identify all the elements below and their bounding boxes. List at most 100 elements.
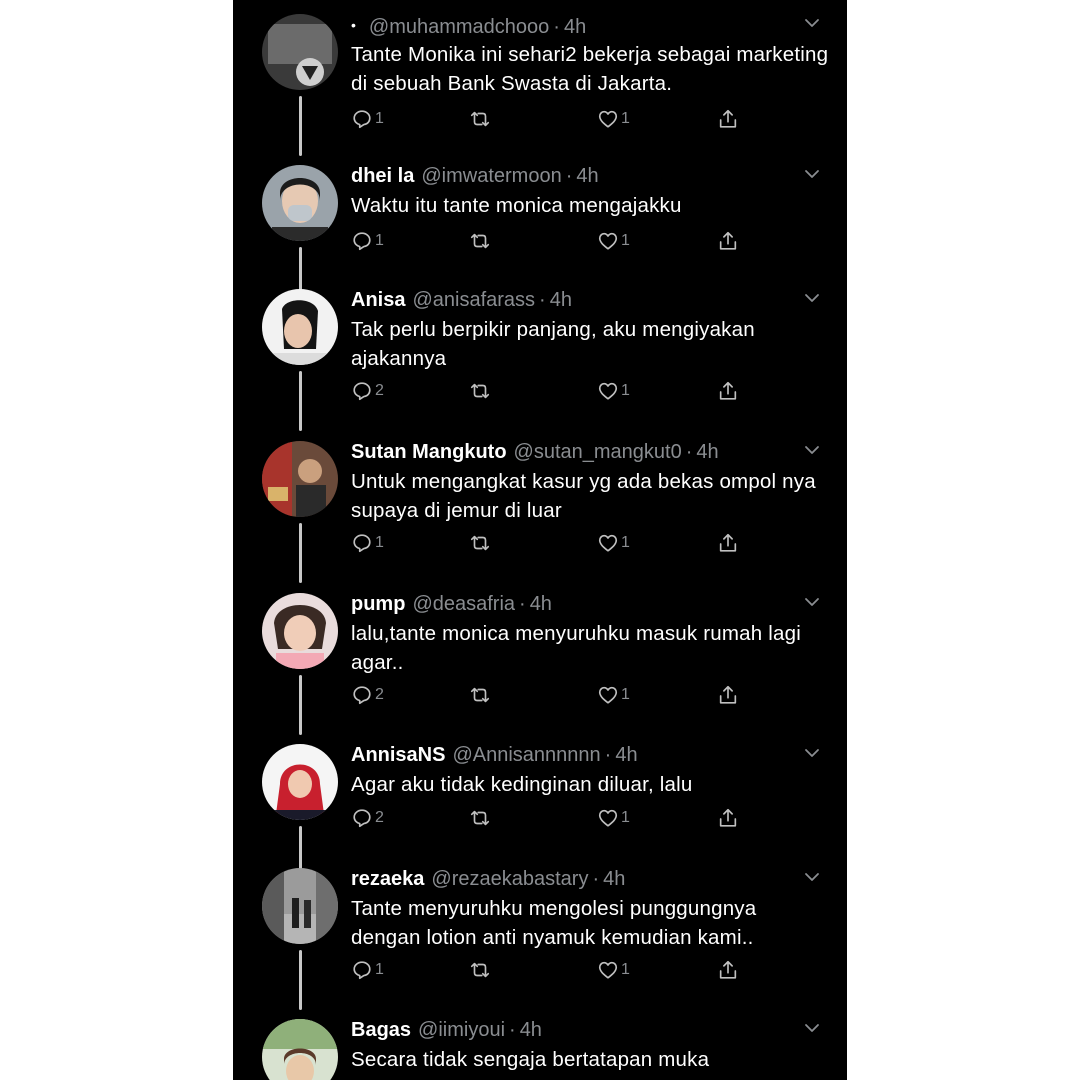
action-bar: 1 1 (351, 106, 771, 132)
tweet-text: lalu,tante monica menyuruhku masuk rumah… (351, 622, 801, 674)
retweet-icon (470, 810, 490, 826)
reply-count: 1 (375, 232, 384, 249)
avatar[interactable] (262, 14, 338, 90)
reply-icon (353, 961, 371, 980)
tweet[interactable]: pump @deasafria · 4h lalu,tante monica meny… (233, 583, 847, 735)
share-icon (719, 109, 737, 128)
tweet[interactable]: Anisa @anisafarass · 4h Tak perlu berpikir … (233, 279, 847, 431)
retweet-icon (470, 535, 490, 551)
reply-button[interactable]: 1 (351, 530, 384, 556)
handle[interactable]: @muhammadchooo (369, 16, 549, 38)
share-button[interactable] (717, 228, 739, 254)
tweet[interactable]: Sutan Mangkuto @sutan_mangkut0 · 4h Untuk m… (233, 431, 847, 583)
action-bar: 1 1 (351, 530, 771, 556)
retweet-button[interactable] (469, 682, 493, 708)
like-button[interactable]: 1 (597, 378, 630, 404)
reply-button[interactable]: 2 (351, 378, 384, 404)
retweet-button[interactable] (469, 106, 493, 132)
reply-icon (353, 809, 371, 828)
handle[interactable]: @sutan_mangkut0 (514, 441, 682, 463)
reply-count: 2 (375, 686, 384, 703)
like-button[interactable]: 1 (597, 106, 630, 132)
handle[interactable]: @rezaekabastary (431, 868, 588, 890)
chevron-down-icon[interactable] (803, 744, 821, 762)
share-button[interactable] (717, 957, 739, 983)
bullet: • (351, 17, 356, 33)
timestamp: 4h (615, 744, 638, 766)
chevron-down-icon[interactable] (803, 165, 821, 183)
action-bar: 1 1 (351, 228, 771, 254)
reply-icon (353, 382, 371, 401)
tweet[interactable]: • @muhammadchooo · 4h Tante Monika ini seha… (233, 4, 847, 156)
share-icon (719, 381, 737, 400)
avatar[interactable] (262, 744, 338, 820)
reply-button[interactable]: 1 (351, 957, 384, 983)
like-button[interactable]: 1 (597, 805, 630, 831)
avatar[interactable] (262, 593, 338, 669)
retweet-button[interactable] (469, 805, 493, 831)
like-icon (598, 232, 618, 250)
like-button[interactable]: 1 (597, 228, 630, 254)
display-name[interactable]: AnnisaNS (351, 744, 445, 766)
display-name[interactable]: Sutan Mangkuto (351, 441, 507, 463)
like-icon (598, 809, 618, 827)
display-name[interactable]: dhei la (351, 165, 414, 187)
avatar[interactable] (262, 289, 338, 365)
tweet[interactable]: rezaeka @rezaekabastary · 4h Tante menyuruh… (233, 858, 847, 1010)
avatar[interactable] (262, 868, 338, 944)
avatar[interactable] (262, 1019, 338, 1080)
share-icon (719, 685, 737, 704)
reply-button[interactable]: 2 (351, 805, 384, 831)
like-button[interactable]: 1 (597, 957, 630, 983)
handle[interactable]: @anisafarass (412, 289, 535, 311)
reply-button[interactable]: 1 (351, 228, 384, 254)
like-button[interactable]: 1 (597, 682, 630, 708)
reply-icon (353, 534, 371, 553)
like-button[interactable]: 1 (597, 530, 630, 556)
timestamp: 4h (576, 165, 599, 187)
display-name[interactable]: Bagas (351, 1019, 411, 1041)
reply-thread: • @muhammadchooo · 4h Tante Monika ini seha… (233, 0, 847, 1080)
handle[interactable]: @deasafria (412, 593, 515, 615)
chevron-down-icon[interactable] (803, 289, 821, 307)
reply-button[interactable]: 1 (351, 106, 384, 132)
tweet[interactable]: Bagas @iimiyoui · 4h Secara tidak sengaja b… (233, 1009, 847, 1080)
chevron-down-icon[interactable] (803, 1019, 821, 1037)
thread-line (299, 950, 302, 1010)
tweet-text: Agar aku tidak kedinginan diluar, lalu (351, 773, 693, 796)
timestamp: 4h (696, 441, 719, 463)
chevron-down-icon[interactable] (803, 441, 821, 459)
display-name[interactable]: rezaeka (351, 868, 424, 890)
chevron-down-icon[interactable] (803, 14, 821, 32)
share-button[interactable] (717, 682, 739, 708)
handle[interactable]: @iimiyoui (418, 1019, 505, 1041)
share-icon (719, 960, 737, 979)
handle[interactable]: @Annisannnnnn (452, 744, 600, 766)
reply-button[interactable]: 2 (351, 682, 384, 708)
like-icon (598, 110, 618, 128)
chevron-down-icon[interactable] (803, 868, 821, 886)
avatar[interactable] (262, 165, 338, 241)
like-count: 1 (621, 382, 630, 399)
share-button[interactable] (717, 378, 739, 404)
retweet-button[interactable] (469, 378, 493, 404)
like-count: 1 (621, 110, 630, 127)
tweet-text: Waktu itu tante monica mengajakku (351, 194, 682, 217)
share-button[interactable] (717, 106, 739, 132)
retweet-icon (470, 962, 490, 978)
action-bar: 2 1 (351, 805, 771, 831)
tweet-header: Bagas @iimiyoui · 4h (351, 1019, 542, 1041)
timestamp: 4h (529, 593, 552, 615)
share-button[interactable] (717, 805, 739, 831)
reply-count: 2 (375, 809, 384, 826)
display-name[interactable]: pump (351, 593, 405, 615)
chevron-down-icon[interactable] (803, 593, 821, 611)
handle[interactable]: @imwatermoon (421, 165, 561, 187)
avatar[interactable] (262, 441, 338, 517)
share-button[interactable] (717, 530, 739, 556)
display-name[interactable]: Anisa (351, 289, 405, 311)
like-count: 1 (621, 686, 630, 703)
retweet-button[interactable] (469, 957, 493, 983)
retweet-button[interactable] (469, 228, 493, 254)
retweet-button[interactable] (469, 530, 493, 556)
